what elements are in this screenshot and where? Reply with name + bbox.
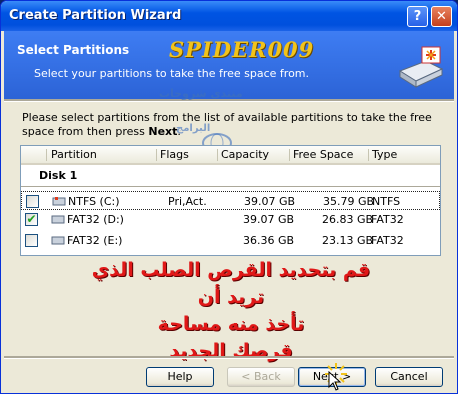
instructions-text: Please select partitions from the list o…	[22, 111, 432, 138]
partition-checkbox[interactable]	[26, 195, 39, 208]
partition-capacity: 39.07 GB	[243, 213, 295, 226]
header-title: Select Partitions	[17, 43, 130, 57]
partition-row[interactable]: ✔ FAT32 (D:) 39.07 GB 26.83 GB FAT32	[21, 210, 440, 229]
column-separator[interactable]	[368, 149, 369, 161]
footer-divider	[4, 356, 454, 359]
partition-name: FAT32 (E:)	[67, 234, 123, 247]
partition-name: FAT32 (D:)	[67, 213, 124, 226]
column-separator[interactable]	[289, 149, 290, 161]
column-header-flags[interactable]: Flags	[160, 148, 189, 161]
partition-free-space: 26.83 GB	[322, 213, 374, 226]
title-bar[interactable]: Create Partition Wizard ? ✕	[1, 1, 457, 31]
disk-label: Disk 1	[39, 169, 78, 182]
header-subtitle: Select your partitions to take the free …	[34, 67, 310, 80]
mouse-cursor-icon	[328, 371, 342, 391]
drive-wizard-icon	[398, 46, 444, 88]
column-header-partition[interactable]: Partition	[51, 148, 97, 161]
disk-divider	[21, 186, 440, 187]
partition-row[interactable]: FAT32 (E:) 36.36 GB 23.13 GB FAT32	[21, 231, 440, 250]
column-separator[interactable]	[217, 149, 218, 161]
partition-drive-icon	[51, 236, 65, 245]
partition-name: NTFS (C:)	[68, 195, 120, 208]
partition-capacity: 39.07 GB	[244, 195, 296, 208]
partition-drive-icon	[51, 215, 65, 224]
list-column-headers: Partition Flags Capacity Free Space Type	[21, 146, 440, 165]
column-separator[interactable]	[46, 149, 47, 161]
partition-flags: Pri,Act.	[168, 195, 207, 208]
partition-type: NTFS	[372, 195, 401, 208]
partition-capacity: 36.36 GB	[243, 234, 295, 247]
partition-list[interactable]: Partition Flags Capacity Free Space Type…	[20, 145, 441, 256]
help-title-button[interactable]: ?	[407, 6, 428, 27]
partition-checkbox-checked[interactable]: ✔	[25, 213, 38, 226]
partition-checkbox[interactable]	[25, 234, 38, 247]
arabic-annotation-line: قم بتحديد القرص الصلب الذي تريد أن	[91, 259, 371, 308]
partition-free-space: 35.79 GB	[323, 195, 375, 208]
arabic-annotation: قم بتحديد القرص الصلب الذي تريد أن تأخذ …	[71, 257, 391, 365]
column-header-free-space[interactable]: Free Space	[293, 148, 353, 161]
partition-drive-icon	[52, 197, 66, 206]
window-title: Create Partition Wizard	[9, 8, 182, 23]
column-header-capacity[interactable]: Capacity	[221, 148, 269, 161]
create-partition-wizard-window: Create Partition Wizard ? ✕ Select Parti…	[0, 0, 458, 394]
watermark-logo: SPIDER009	[169, 37, 315, 62]
cancel-button[interactable]: Cancel	[375, 367, 443, 387]
help-button[interactable]: Help	[146, 367, 214, 387]
partition-free-space: 23.13 GB	[322, 234, 374, 247]
close-button[interactable]: ✕	[431, 6, 452, 27]
partition-row[interactable]: NTFS (C:) Pri,Act. 39.07 GB 35.79 GB NTF…	[21, 191, 440, 210]
back-button[interactable]: < Back	[227, 367, 295, 387]
partition-type: FAT32	[371, 213, 404, 226]
column-separator[interactable]	[156, 149, 157, 161]
column-header-type[interactable]: Type	[372, 148, 397, 161]
partition-type: FAT32	[371, 234, 404, 247]
watermark-arabic-text: منتدى شروحات	[159, 87, 243, 100]
arabic-annotation-line: تأخذ منه مساحة	[157, 313, 305, 335]
